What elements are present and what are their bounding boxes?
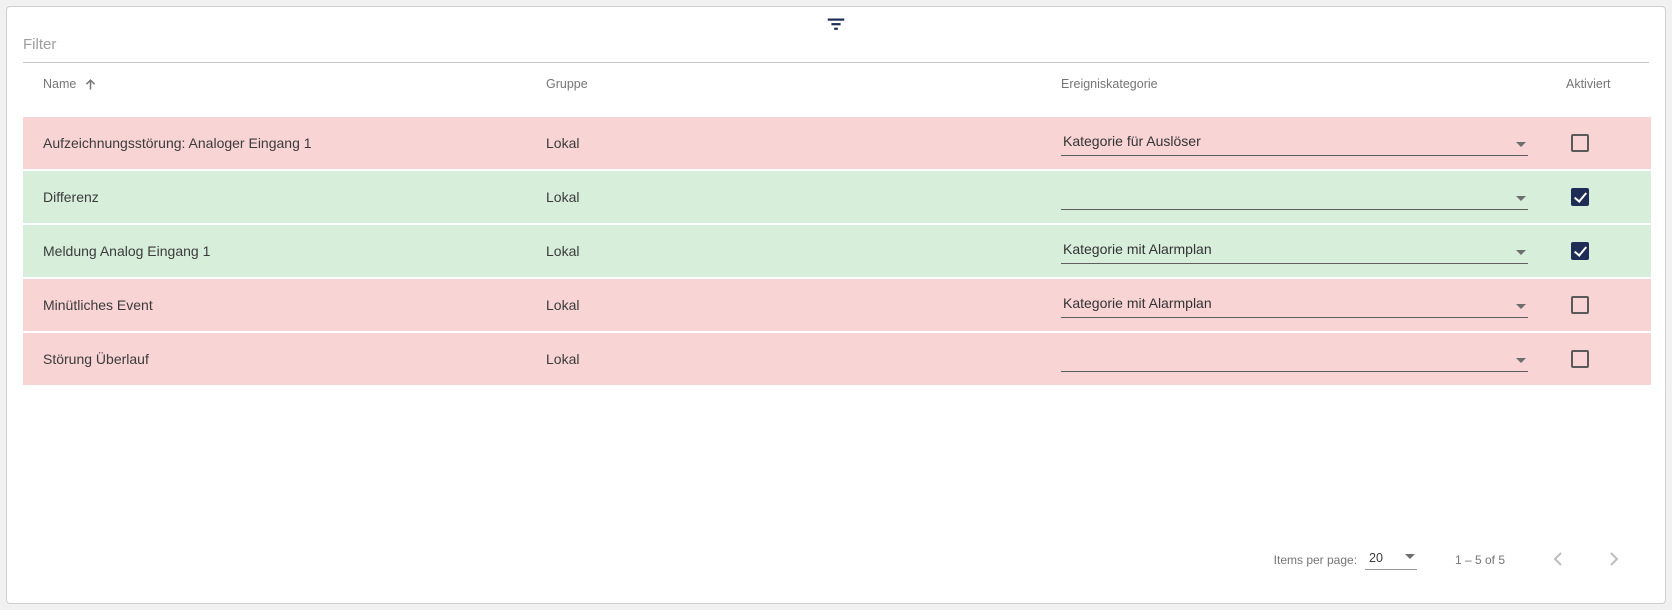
page-size-select[interactable]: 20 <box>1365 551 1417 570</box>
cell-gruppe: Lokal <box>526 243 1043 259</box>
aktiviert-checkbox[interactable] <box>1571 242 1589 260</box>
cell-name: Meldung Analog Eingang 1 <box>23 243 526 259</box>
cell-name: Differenz <box>23 189 526 205</box>
caret-down-icon <box>1516 196 1526 201</box>
previous-page-button[interactable] <box>1541 543 1575 577</box>
ereigniskategorie-select[interactable] <box>1061 346 1528 372</box>
filter-list-icon <box>825 13 847 33</box>
caret-down-icon <box>1516 250 1526 255</box>
chevron-left-icon <box>1546 547 1570 574</box>
ereigniskategorie-select[interactable]: Kategorie mit Alarmplan <box>1061 292 1528 318</box>
table-row: Meldung Analog Eingang 1 Lokal Kategorie… <box>23 225 1651 279</box>
chevron-right-icon <box>1602 547 1626 574</box>
aktiviert-checkbox[interactable] <box>1571 296 1589 314</box>
events-table-card: Name Gruppe Ereigniskategorie Aktiviert … <box>6 6 1666 604</box>
table-body: Aufzeichnungsstörung: Analoger Eingang 1… <box>7 117 1665 387</box>
table-row: Aufzeichnungsstörung: Analoger Eingang 1… <box>23 117 1651 171</box>
ereigniskategorie-select-value: Kategorie mit Alarmplan <box>1063 295 1212 311</box>
ereigniskategorie-select-value: Kategorie mit Alarmplan <box>1063 241 1212 257</box>
cell-gruppe: Lokal <box>526 135 1043 151</box>
filter-icon-bar <box>7 7 1665 33</box>
filter-field <box>23 33 1649 63</box>
cell-name: Störung Überlauf <box>23 351 526 367</box>
cell-name: Aufzeichnungsstörung: Analoger Eingang 1 <box>23 135 526 151</box>
header-name[interactable]: Name <box>23 77 526 92</box>
cell-gruppe: Lokal <box>526 351 1043 367</box>
items-per-page-label: Items per page: <box>1274 553 1357 567</box>
cell-gruppe: Lokal <box>526 297 1043 313</box>
caret-down-icon <box>1516 358 1526 363</box>
table-header-row: Name Gruppe Ereigniskategorie Aktiviert <box>23 63 1651 105</box>
table-row: Störung Überlauf Lokal <box>23 333 1651 387</box>
page-range-label: 1 – 5 of 5 <box>1455 553 1505 567</box>
aktiviert-checkbox[interactable] <box>1571 188 1589 206</box>
header-ereigniskategorie: Ereigniskategorie <box>1043 77 1546 91</box>
header-aktiviert: Aktiviert <box>1546 77 1651 91</box>
caret-down-icon <box>1516 304 1526 309</box>
aktiviert-checkbox[interactable] <box>1571 350 1589 368</box>
aktiviert-checkbox[interactable] <box>1571 134 1589 152</box>
ereigniskategorie-select[interactable] <box>1061 184 1528 210</box>
table-row: Differenz Lokal <box>23 171 1651 225</box>
ereigniskategorie-select[interactable]: Kategorie mit Alarmplan <box>1061 238 1528 264</box>
arrow-upward-icon <box>83 77 98 92</box>
ereigniskategorie-select[interactable]: Kategorie für Auslöser <box>1061 130 1528 156</box>
table-row: Minütliches Event Lokal Kategorie mit Al… <box>23 279 1651 333</box>
ereigniskategorie-select-value: Kategorie für Auslöser <box>1063 133 1201 149</box>
paginator: Items per page: 20 1 – 5 of 5 <box>7 543 1665 577</box>
page-size-value: 20 <box>1369 551 1383 565</box>
header-name-label: Name <box>43 77 76 91</box>
caret-down-icon <box>1405 554 1415 559</box>
next-page-button[interactable] <box>1597 543 1631 577</box>
filter-input[interactable] <box>23 33 1649 63</box>
caret-down-icon <box>1516 142 1526 147</box>
cell-gruppe: Lokal <box>526 189 1043 205</box>
cell-name: Minütliches Event <box>23 297 526 313</box>
header-gruppe: Gruppe <box>526 77 1043 91</box>
